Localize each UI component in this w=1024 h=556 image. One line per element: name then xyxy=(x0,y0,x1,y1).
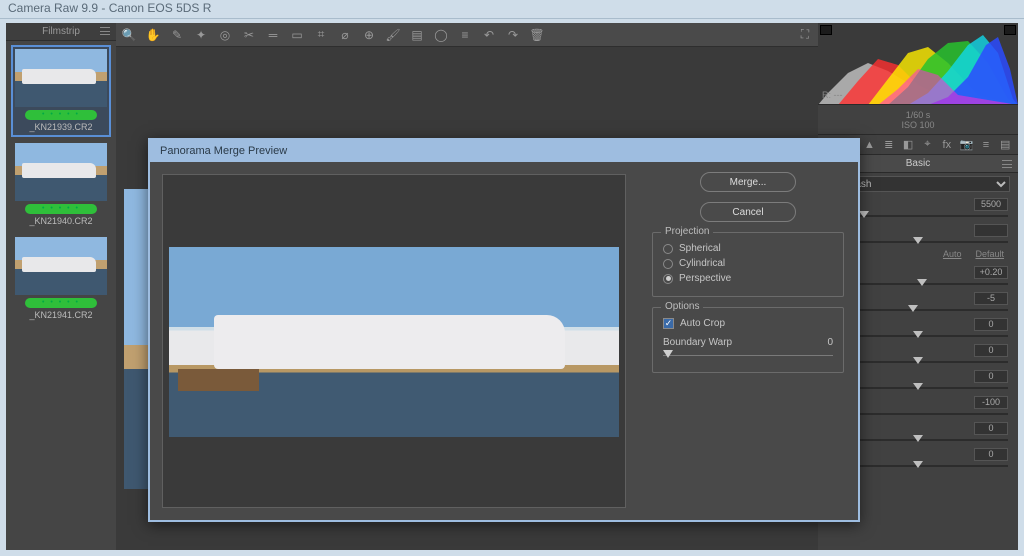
thumbnail-image xyxy=(15,237,107,295)
tab-fx-icon[interactable]: fx xyxy=(940,138,953,152)
fullscreen-icon[interactable]: ⛶ xyxy=(798,28,812,42)
projection-legend: Projection xyxy=(661,226,713,237)
dialog-preview-frame xyxy=(162,174,626,508)
options-group: Options Auto Crop Boundary Warp 0 xyxy=(652,307,844,373)
exif-shutter: 1/60 s xyxy=(906,110,931,120)
filmstrip-panel: Filmstrip • • • • • _KN21939.CR2 • • • •… xyxy=(6,23,116,550)
rating-badge: • • • • • xyxy=(25,298,97,308)
thumbnail-image xyxy=(15,49,107,107)
histogram: R: --- xyxy=(818,23,1018,105)
whitebalance-select[interactable]: Flash xyxy=(842,176,1010,192)
readout-r: R: --- xyxy=(822,90,843,100)
auto-link[interactable]: Auto xyxy=(943,249,962,259)
auto-crop-checkbox[interactable]: Auto Crop xyxy=(663,316,833,331)
thumbnail-label: _KN21939.CR2 xyxy=(13,122,109,135)
tab-snapshots-icon[interactable]: ▤ xyxy=(999,138,1012,152)
hand-icon[interactable]: ✋ xyxy=(146,28,160,42)
thumbnail-item[interactable]: • • • • • _KN21941.CR2 xyxy=(13,235,109,323)
redeye-icon[interactable]: ⊕ xyxy=(362,28,376,42)
thumbnail-label: _KN21940.CR2 xyxy=(13,216,109,229)
rating-badge: • • • • • xyxy=(25,110,97,120)
projection-spherical[interactable]: Spherical xyxy=(663,241,833,256)
rating-badge: • • • • • xyxy=(25,204,97,214)
contrast-value[interactable]: -5 xyxy=(974,292,1008,305)
boundary-warp-value: 0 xyxy=(827,337,833,348)
trash-icon[interactable]: 🗑 xyxy=(530,28,544,42)
panorama-preview xyxy=(169,247,619,437)
window-titlebar: Camera Raw 9.9 - Canon EOS 5DS R xyxy=(0,0,1024,19)
prefs-icon[interactable]: ≡ xyxy=(458,28,472,42)
projection-group: Projection Spherical Cylindrical Perspec… xyxy=(652,232,844,297)
projection-spherical-label: Spherical xyxy=(679,243,721,254)
straighten-icon[interactable]: ═ xyxy=(266,28,280,42)
dialog-controls: Merge... Cancel Projection Spherical Cyl… xyxy=(638,162,858,520)
radio-icon xyxy=(663,274,673,284)
cancel-button[interactable]: Cancel xyxy=(700,202,796,222)
top-toolbar: 🔍 ✋ ✎ ✦ ◎ ✂ ═ ▭ ⌗ ⌀ ⊕ 🖌 ▤ ◯ ≡ ↶ ↷ 🗑 ⛶ xyxy=(116,23,818,47)
basic-menu-icon[interactable] xyxy=(1002,160,1012,168)
brush-icon[interactable]: 🖌 xyxy=(386,28,400,42)
radial-icon[interactable]: ◯ xyxy=(434,28,448,42)
blacks-value[interactable]: -100 xyxy=(974,396,1008,409)
exposure-value[interactable]: +0.20 xyxy=(974,266,1008,279)
rotate-ccw-icon[interactable]: ↶ xyxy=(482,28,496,42)
eyedropper-icon[interactable]: ✎ xyxy=(170,28,184,42)
boundary-warp-slider[interactable] xyxy=(663,350,833,362)
vibrance-value[interactable]: 0 xyxy=(974,448,1008,461)
panorama-merge-dialog: Panorama Merge Preview Merge... Cancel P… xyxy=(148,138,860,522)
temperature-value[interactable]: 5500 xyxy=(974,198,1008,211)
shadows-value[interactable]: 0 xyxy=(974,344,1008,357)
thumbnail-item[interactable]: • • • • • _KN21939.CR2 xyxy=(13,47,109,135)
options-legend: Options xyxy=(661,301,703,312)
thumbnail-image xyxy=(15,143,107,201)
spot-icon[interactable]: ⌀ xyxy=(338,28,352,42)
thumbnail-label: _KN21941.CR2 xyxy=(13,310,109,323)
projection-perspective[interactable]: Perspective xyxy=(663,271,833,286)
boundary-warp-label: Boundary Warp xyxy=(663,337,732,348)
dialog-preview-area xyxy=(150,162,638,520)
filmstrip-title: Filmstrip xyxy=(42,26,80,37)
rotate-cw-icon[interactable]: ↷ xyxy=(506,28,520,42)
projection-cylindrical[interactable]: Cylindrical xyxy=(663,256,833,271)
crop-icon[interactable]: ✂ xyxy=(242,28,256,42)
target-icon[interactable]: ◎ xyxy=(218,28,232,42)
zoom-icon[interactable]: 🔍 xyxy=(122,28,136,42)
grad-icon[interactable]: ▤ xyxy=(410,28,424,42)
tab-detail-icon[interactable]: ▲ xyxy=(863,138,876,152)
panorama-image xyxy=(169,247,619,437)
highlights-value[interactable]: 0 xyxy=(974,318,1008,331)
checkbox-icon xyxy=(663,318,674,329)
tab-presets-icon[interactable]: ≡ xyxy=(979,138,992,152)
tab-hsl-icon[interactable]: ≣ xyxy=(882,138,895,152)
guided-icon[interactable]: ⌗ xyxy=(314,28,328,42)
tint-value[interactable] xyxy=(974,224,1008,237)
whites-value[interactable]: 0 xyxy=(974,370,1008,383)
clarity-value[interactable]: 0 xyxy=(974,422,1008,435)
exif-iso: ISO 100 xyxy=(901,120,934,130)
basic-title: Basic xyxy=(906,158,930,169)
filmstrip-menu-icon[interactable] xyxy=(100,27,110,35)
color-sampler-icon[interactable]: ✦ xyxy=(194,28,208,42)
default-link[interactable]: Default xyxy=(975,249,1004,259)
tab-camera-icon[interactable]: 📷 xyxy=(960,138,974,152)
histogram-graph xyxy=(818,23,1018,105)
radio-icon xyxy=(663,259,673,269)
projection-cylindrical-label: Cylindrical xyxy=(679,258,725,269)
filmstrip-header: Filmstrip xyxy=(6,23,116,41)
exif-bar: 1/60 s ISO 100 xyxy=(818,105,1018,135)
tab-split-icon[interactable]: ◧ xyxy=(901,138,914,152)
thumbnail-list: • • • • • _KN21939.CR2 • • • • • _KN2194… xyxy=(6,41,116,323)
radio-icon xyxy=(663,244,673,254)
boundary-warp-row: Boundary Warp 0 xyxy=(663,337,833,362)
auto-crop-label: Auto Crop xyxy=(680,318,725,329)
tab-lens-icon[interactable]: ⌖ xyxy=(921,138,934,152)
merge-button[interactable]: Merge... xyxy=(700,172,796,192)
dialog-titlebar[interactable]: Panorama Merge Preview xyxy=(150,140,858,162)
thumbnail-item[interactable]: • • • • • _KN21940.CR2 xyxy=(13,141,109,229)
projection-perspective-label: Perspective xyxy=(679,273,731,284)
transform-icon[interactable]: ▭ xyxy=(290,28,304,42)
